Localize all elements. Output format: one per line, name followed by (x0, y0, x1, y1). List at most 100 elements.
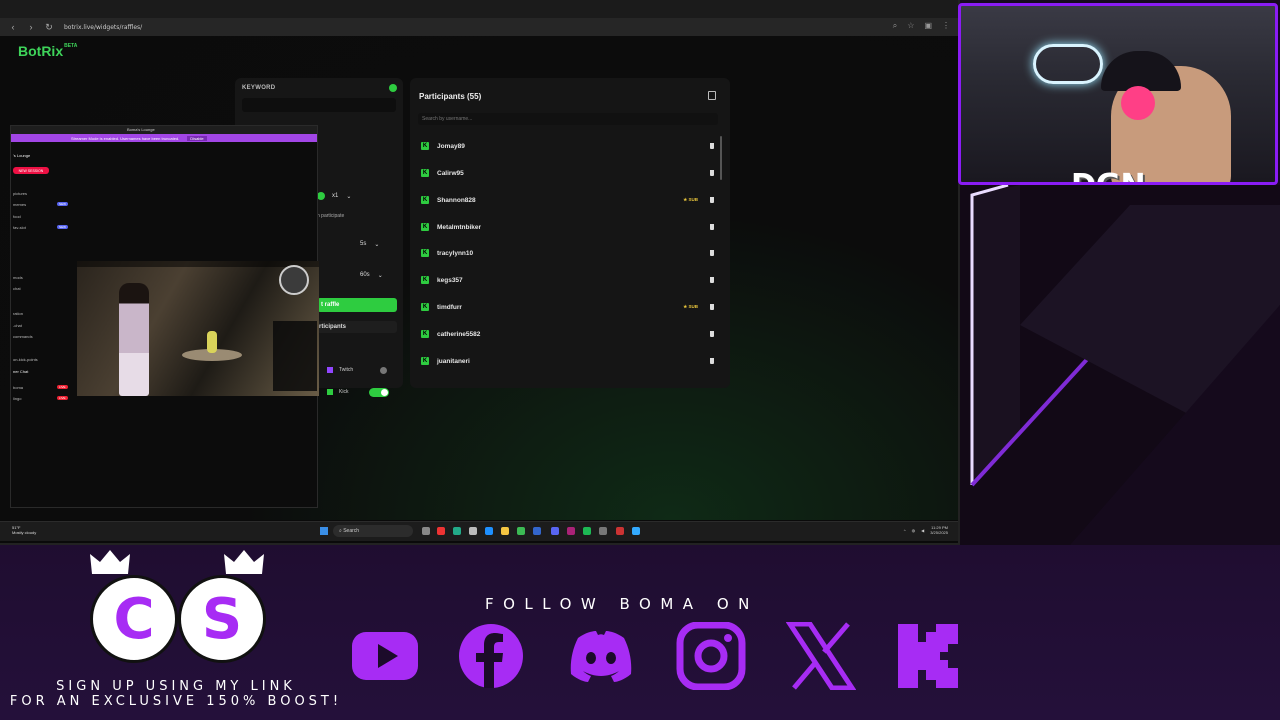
trash-icon[interactable] (710, 304, 714, 310)
participant-search-input[interactable] (418, 113, 718, 125)
chevron-up-icon[interactable]: ^ (904, 528, 906, 533)
channel-item[interactable]: fav-slot (13, 225, 26, 230)
app-icon[interactable] (533, 527, 541, 535)
twitch-toggle[interactable] (369, 366, 389, 375)
search-label: Search (343, 528, 360, 534)
promo-line-1: SIGN UP USING MY LINK (56, 679, 296, 694)
facebook-icon[interactable] (456, 622, 526, 690)
app-icon[interactable] (469, 527, 477, 535)
youtube-icon[interactable] (350, 622, 420, 690)
spotify-icon[interactable] (583, 527, 591, 535)
live-badge: LIVE (57, 396, 68, 400)
kick-icon: K (421, 196, 429, 204)
app-icon[interactable] (437, 527, 445, 535)
channel-item[interactable]: ration (13, 311, 23, 316)
participants-button[interactable]: rticipants (317, 321, 397, 333)
kick-icon: K (421, 276, 429, 284)
channel-item[interactable]: memes (13, 202, 26, 207)
timer-long-value: 60s (360, 272, 370, 278)
keyword-status-dot (389, 84, 397, 92)
channel-item[interactable]: commands (13, 334, 33, 339)
taskbar-search[interactable]: ⌕ Search (333, 525, 413, 537)
reload-icon[interactable]: ↻ (44, 22, 54, 33)
x-icon[interactable] (786, 622, 856, 690)
channel-item[interactable]: ner Chat (13, 369, 28, 374)
player-character (119, 283, 149, 396)
trash-icon[interactable] (710, 224, 714, 230)
participant-name: timdfurr (437, 303, 462, 311)
system-tray: ^ ◍ ◀ 11:29 PM 3/25/2025 (904, 525, 948, 535)
multiplier-select[interactable]: x1 ⌄ (317, 190, 397, 202)
discord-icon[interactable] (566, 622, 636, 690)
server-name[interactable]: 's Lounge (13, 153, 30, 158)
participant-row: K kegs357 (418, 272, 714, 288)
forward-icon[interactable]: › (26, 22, 36, 32)
disable-button[interactable]: Disable (187, 135, 207, 141)
address-bar[interactable]: botrix.live/widgets/raffles/ (64, 24, 142, 31)
channel-item[interactable]: boma (13, 385, 23, 390)
participant-name: juanitaneri (437, 357, 470, 365)
multiplier-status-dot (317, 192, 325, 200)
clock[interactable]: 11:29 PM 3/25/2025 (930, 525, 948, 535)
headset (1121, 86, 1155, 120)
network-icon[interactable]: ◍ (912, 528, 916, 533)
app-icon[interactable] (485, 527, 493, 535)
extensions-icon[interactable]: ▣ (924, 21, 932, 31)
channel-item[interactable]: lingo (13, 396, 21, 401)
trash-icon[interactable] (710, 170, 714, 176)
app-icon[interactable] (567, 527, 575, 535)
kick-icon[interactable] (894, 622, 964, 690)
chrome-icon[interactable] (517, 527, 525, 535)
sub-badge: ★ SUB (683, 304, 698, 309)
game-hud (77, 261, 319, 267)
menu-icon[interactable]: ⋮ (942, 21, 950, 31)
new-badge: NEW (57, 202, 68, 206)
twitch-icon (327, 367, 333, 373)
trash-icon[interactable] (710, 197, 714, 203)
game-stream-preview[interactable] (77, 261, 319, 396)
obs-icon[interactable] (616, 527, 624, 535)
file-explorer-icon[interactable] (501, 527, 509, 535)
app-icon[interactable] (599, 527, 607, 535)
windows-start-icon[interactable] (320, 527, 328, 535)
participants-panel: Participants (55) K Jomay89 K Calirw95 (410, 78, 730, 388)
zoom-icon[interactable]: ⌕ (893, 21, 897, 31)
channel-item[interactable]: on-kick-points (13, 357, 38, 362)
bookmark-star-icon[interactable]: ☆ (907, 21, 914, 31)
live-badge: LIVE (57, 385, 68, 389)
app-icon[interactable] (453, 527, 461, 535)
volume-icon[interactable]: ◀ (921, 528, 924, 533)
trash-icon[interactable] (710, 331, 714, 337)
taskbar: 51°F Mostly cloudy ⌕ Search ^ ◍ ◀ 11:29 … (0, 521, 958, 541)
back-icon[interactable]: ‹ (8, 22, 18, 32)
channel-item[interactable]: -chat (13, 323, 22, 328)
channel-item[interactable]: chat (13, 286, 21, 291)
trash-icon[interactable] (710, 250, 714, 256)
timer-short-select[interactable]: 5s ⌄ (360, 238, 400, 250)
task-view-icon[interactable] (422, 527, 430, 535)
browser-tab-strip[interactable] (0, 0, 958, 18)
kick-toggle[interactable] (369, 387, 389, 397)
discord-icon[interactable] (551, 527, 559, 535)
channel-item[interactable]: food (13, 214, 21, 219)
app-icon[interactable] (632, 527, 640, 535)
botrix-logo[interactable]: BotRixBETA (18, 43, 77, 59)
chevron-down-icon: ⌄ (377, 272, 383, 279)
window-titlebar[interactable]: Boma's Lounge (11, 126, 317, 134)
timer-long-select[interactable]: 60s ⌄ (360, 269, 400, 281)
start-raffle-button[interactable]: t raffle (317, 298, 397, 312)
copy-icon[interactable] (708, 91, 716, 100)
participant-name: kegs357 (437, 276, 463, 284)
channel-item[interactable]: pictures (13, 191, 27, 196)
trash-icon[interactable] (710, 358, 714, 364)
new-session-button[interactable]: NEW SESSION (13, 167, 49, 174)
instagram-icon[interactable] (676, 622, 746, 690)
trash-icon[interactable] (710, 143, 714, 149)
scrollbar[interactable] (720, 136, 722, 180)
keyword-input[interactable] (242, 98, 396, 112)
channel-item[interactable]: mods (13, 275, 23, 280)
trash-icon[interactable] (710, 277, 714, 283)
weather-widget[interactable]: 51°F Mostly cloudy (12, 525, 36, 535)
participant-row: K catherine5582 (418, 326, 714, 342)
participant-row: K Calirw95 (418, 165, 714, 181)
